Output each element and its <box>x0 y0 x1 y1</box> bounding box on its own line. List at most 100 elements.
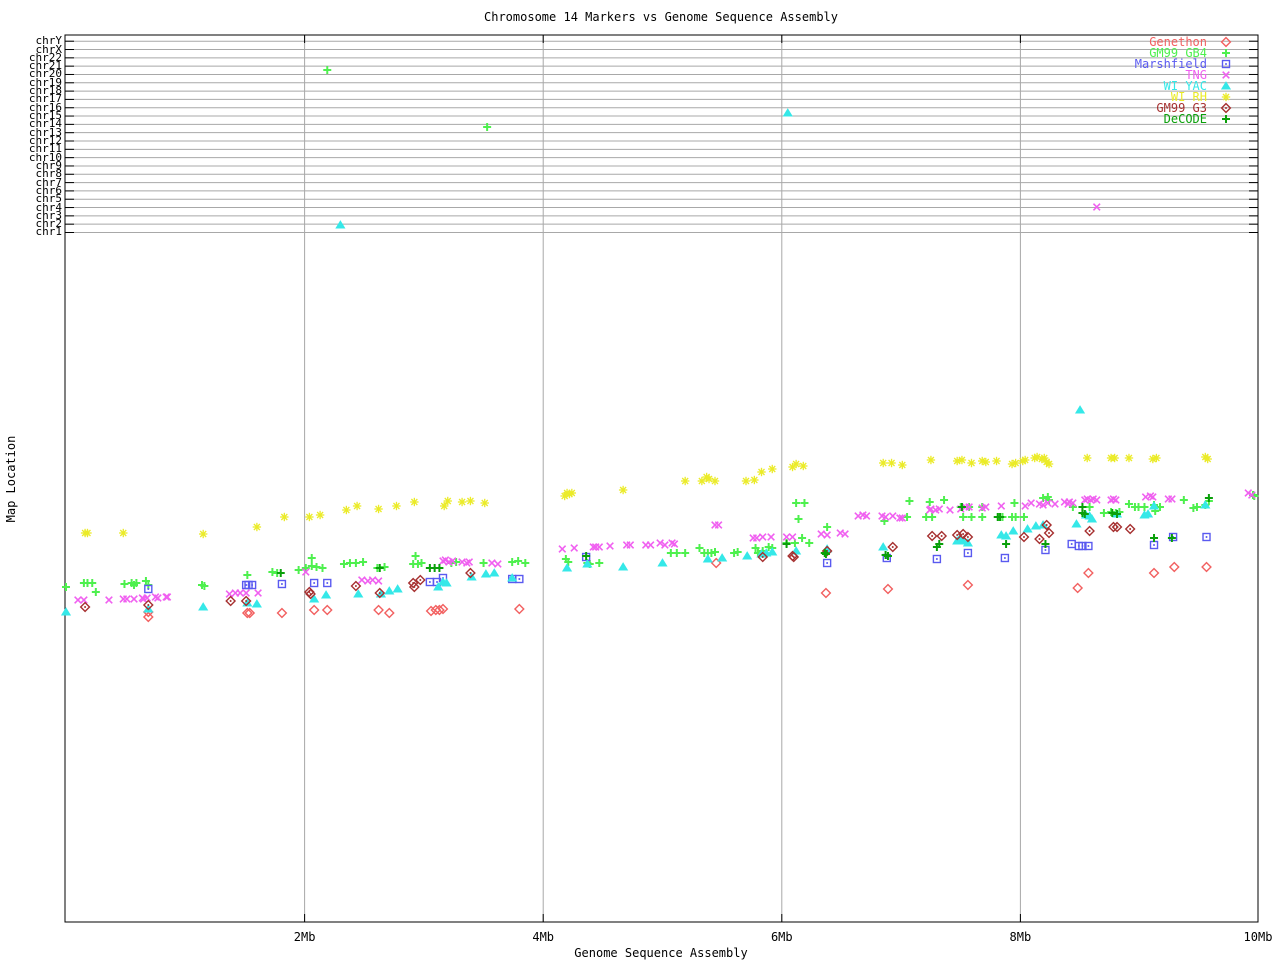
marker-wi_rh <box>198 529 208 539</box>
y-tick-label-chr1: chr1 <box>35 225 63 239</box>
marker-wi_rh <box>1020 455 1030 465</box>
marker-wi_yac <box>60 607 72 616</box>
marker-marshfield <box>323 578 332 588</box>
marker-tng <box>357 576 366 584</box>
marker-tng <box>888 512 897 520</box>
marker-marshfield <box>963 548 973 558</box>
marker-wi_rh <box>342 505 351 515</box>
marker-genethon <box>321 604 333 616</box>
marker-wi_yac <box>742 551 753 560</box>
marker-genethon <box>1148 567 1160 579</box>
marker-tng <box>626 541 635 549</box>
x-tick-label-2Mb: 2Mb <box>293 930 316 944</box>
marker-gm99_g3 <box>1043 527 1055 539</box>
marker-gm99_gb4 <box>940 496 949 504</box>
marker-wi_yac <box>384 586 395 595</box>
marker-wi_yac <box>618 562 629 571</box>
marker-gm99_gb4 <box>351 559 360 567</box>
marker-wi_rh <box>315 510 325 520</box>
marker-wi_rh <box>457 497 467 507</box>
marker-tng <box>767 533 775 541</box>
marker-wi_yac <box>480 569 492 578</box>
marker-genethon <box>513 603 525 615</box>
marker-wi_rh <box>768 464 777 474</box>
marker-genethon <box>373 604 384 616</box>
series-gm99_gb4 <box>62 66 1259 596</box>
marker-tng <box>606 542 614 550</box>
marker-gm99_gb4 <box>805 539 814 547</box>
marker-tng <box>236 589 245 597</box>
marker-wi_yac <box>1071 519 1082 528</box>
marker-wi_rh <box>926 455 936 465</box>
marker-gm99_gb4 <box>1085 503 1094 511</box>
series-gm99_g3 <box>79 519 1136 613</box>
marker-gm99_gb4 <box>243 571 252 579</box>
marker-wi_yac <box>198 602 209 611</box>
plot-border <box>64 34 1259 923</box>
marker-tng <box>80 596 88 604</box>
marker-genethon <box>1083 567 1094 579</box>
marker-wi_rh <box>1083 453 1092 463</box>
marker-wi_rh <box>887 458 896 468</box>
marker-gm99_gb4 <box>905 497 914 505</box>
marker-gm99_gb4 <box>521 559 530 567</box>
marker-wi_rh <box>757 467 766 477</box>
marker-wi_yac <box>561 563 573 572</box>
marker-decode <box>782 540 791 548</box>
marker-tng <box>1021 502 1030 510</box>
marker-gm99_gb4 <box>672 549 681 557</box>
marker-wi_rh <box>280 512 289 522</box>
marker-gm99_gb4 <box>695 544 704 552</box>
marker-genethon <box>1072 582 1084 594</box>
marker-wi_rh <box>967 458 976 468</box>
marker-tng <box>1051 500 1059 508</box>
marker-wi_rh <box>352 501 362 511</box>
marker-wi_rh <box>119 528 128 538</box>
marker-tng <box>646 541 655 549</box>
marker-tng <box>374 577 383 585</box>
marker-gm99_g3 <box>1084 525 1095 537</box>
legend-marker-gm99_gb4 <box>1222 49 1230 57</box>
marker-wi_rh <box>466 496 475 506</box>
marker-gm99_gb4 <box>294 566 303 574</box>
marker-tng <box>242 589 251 597</box>
marker-genethon <box>276 607 288 619</box>
marker-wi_rh <box>410 497 419 507</box>
marker-marshfield <box>932 554 942 564</box>
marker-wi_rh <box>618 485 628 495</box>
marker-marshfield <box>1000 553 1010 563</box>
marker-tng <box>368 576 377 584</box>
marker-wi_rh <box>750 475 759 485</box>
marker-gm99_gb4 <box>967 513 976 521</box>
marker-wi_rh <box>879 458 888 468</box>
marker-gm99_g3 <box>887 541 899 553</box>
marker-gm99_gb4 <box>1179 496 1188 504</box>
marker-gm99_gb4 <box>978 513 987 521</box>
marker-wi_rh <box>374 504 383 514</box>
marker-gm99_gb4 <box>792 499 801 507</box>
marker-wi_rh <box>480 498 489 508</box>
marker-wi_rh <box>1044 459 1054 469</box>
marker-genethon <box>1201 561 1212 573</box>
marker-wi_rh <box>680 476 690 486</box>
marker-tng <box>997 502 1006 510</box>
marker-gm99_gb4 <box>1010 499 1019 507</box>
marker-gm99_gb4 <box>800 499 809 507</box>
marker-genethon <box>962 579 974 591</box>
x-tick-label-4Mb: 4Mb <box>532 930 555 944</box>
marker-marshfield <box>1149 540 1159 550</box>
marker-tng <box>1168 495 1176 503</box>
legend-marker-tng <box>1222 71 1230 79</box>
marker-wi_rh <box>1011 458 1020 468</box>
marker-genethon <box>308 604 320 616</box>
marker-wi_rh <box>1152 453 1161 463</box>
marker-wi_rh <box>704 474 714 484</box>
marker-wi_yac <box>392 584 403 593</box>
marker-gm99_gb4 <box>91 588 100 596</box>
marker-gm99_g3 <box>1124 523 1136 535</box>
marker-marshfield <box>309 578 319 588</box>
marker-wi_rh <box>898 460 907 470</box>
marker-decode <box>1078 503 1087 511</box>
marker-gm99_gb4 <box>959 513 968 521</box>
marker-wi_rh <box>567 488 577 498</box>
